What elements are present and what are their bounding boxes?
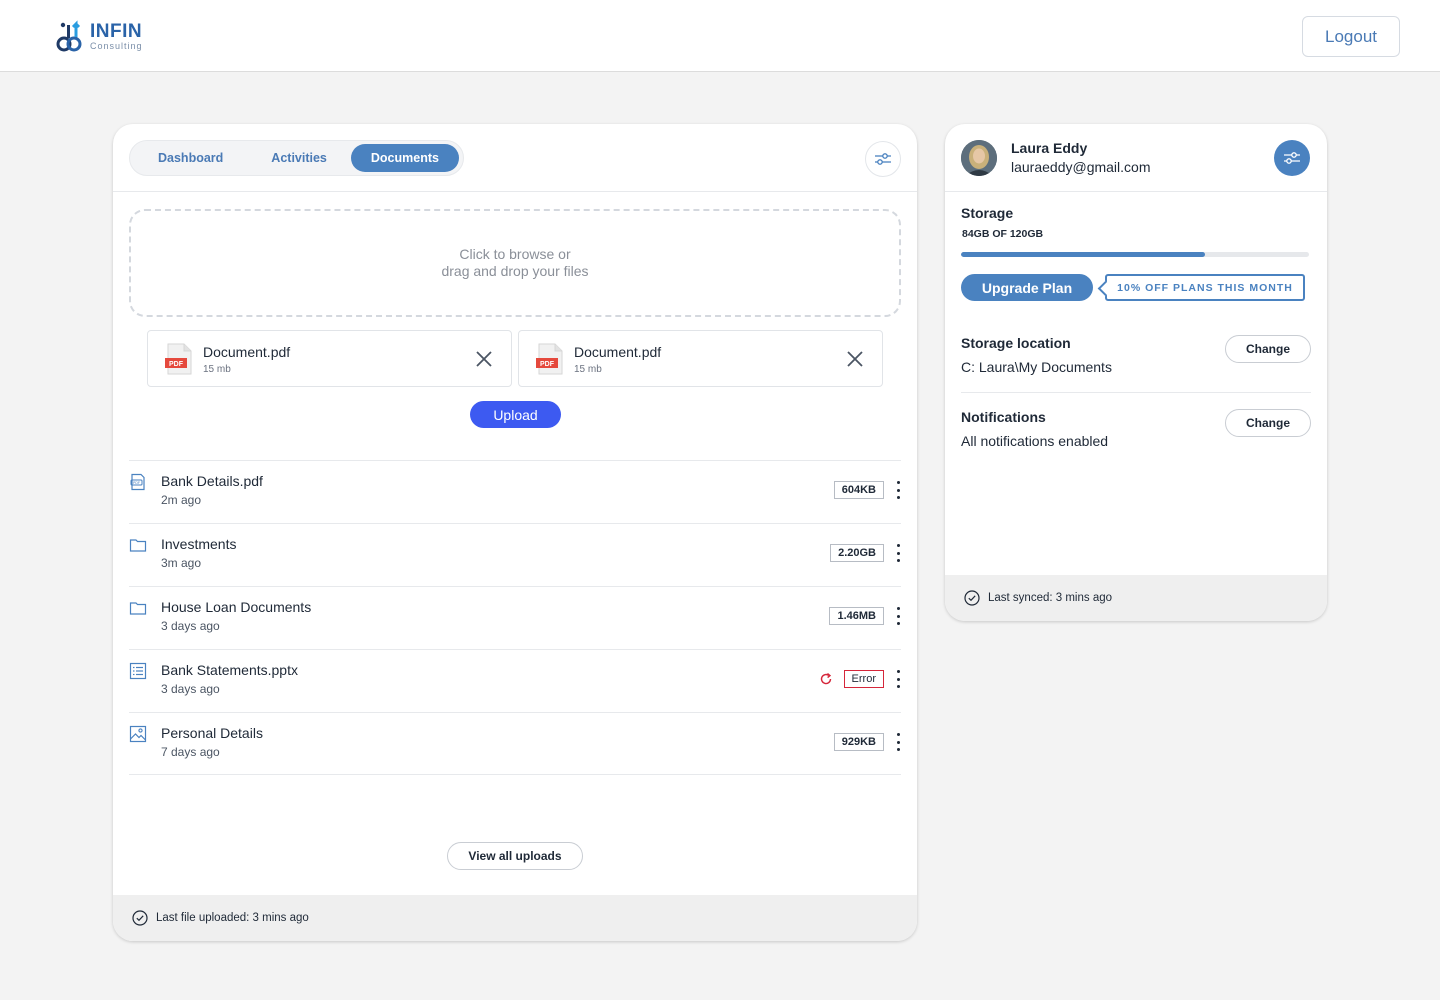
error-badge: Error: [843, 670, 884, 688]
close-icon[interactable]: [475, 350, 493, 368]
folder-icon: [129, 539, 147, 552]
list-item[interactable]: Investments 3m ago 2.20GB: [129, 523, 901, 586]
list-item[interactable]: PDF Bank Details.pdf 2m ago 604KB: [129, 460, 901, 523]
filter-button[interactable]: [865, 141, 901, 177]
list-file-icon: [129, 662, 147, 680]
change-storage-location-button[interactable]: Change: [1225, 335, 1311, 363]
pending-file-chip: PDF Document.pdf 15 mb: [147, 330, 512, 387]
upload-status-footer: Last file uploaded: 3 mins ago: [113, 895, 917, 941]
file-name: House Loan Documents: [161, 599, 312, 615]
user-name: Laura Eddy: [1011, 140, 1088, 156]
pending-file-chip: PDF Document.pdf 15 mb: [518, 330, 883, 387]
upload-button[interactable]: Upload: [470, 401, 561, 428]
storage-progress-fill: [961, 252, 1205, 257]
pending-file-size: 15 mb: [203, 364, 231, 375]
tab-dashboard[interactable]: Dashboard: [134, 144, 247, 172]
divider: [961, 392, 1311, 393]
more-options-icon[interactable]: [895, 733, 901, 751]
file-dropzone[interactable]: Click to browse or drag and drop your fi…: [129, 209, 901, 317]
uploaded-files-list: PDF Bank Details.pdf 2m ago 604KB Invest…: [129, 460, 901, 775]
pending-file-name: Document.pdf: [203, 344, 291, 360]
notifications-value: All notifications enabled: [961, 433, 1109, 449]
storage-location-value: C: Laura\My Documents: [961, 359, 1112, 375]
tab-activities[interactable]: Activities: [247, 144, 351, 172]
logo-mark-icon: [56, 20, 82, 52]
file-time: 2m ago: [161, 493, 202, 507]
list-item[interactable]: Bank Statements.pptx 3 days ago Error: [129, 649, 901, 712]
last-upload-text: Last file uploaded: 3 mins ago: [156, 912, 309, 924]
divider: [113, 191, 917, 192]
user-email: lauraeddy@gmail.com: [1011, 159, 1151, 175]
pending-file-name: Document.pdf: [574, 344, 662, 360]
documents-card: Dashboard Activities Documents Click to …: [113, 124, 917, 941]
logout-button[interactable]: Logout: [1302, 16, 1400, 57]
brand-logo[interactable]: INFIN Consulting: [56, 18, 143, 54]
image-file-icon: [129, 725, 147, 743]
more-options-icon[interactable]: [895, 481, 901, 499]
more-options-icon[interactable]: [895, 544, 901, 562]
storage-title: Storage: [961, 205, 1014, 221]
pending-file-size: 15 mb: [574, 364, 602, 375]
divider: [945, 191, 1327, 192]
close-icon[interactable]: [846, 350, 864, 368]
upgrade-plan-button[interactable]: Upgrade Plan: [961, 274, 1093, 301]
file-name: Bank Details.pdf: [161, 473, 263, 489]
check-circle-icon: [132, 910, 148, 926]
more-options-icon[interactable]: [895, 670, 901, 688]
file-size-badge: 604KB: [833, 481, 884, 499]
retry-icon[interactable]: [819, 672, 833, 686]
file-time: 3 days ago: [161, 619, 220, 633]
avatar[interactable]: [961, 140, 997, 176]
view-all-uploads-button[interactable]: View all uploads: [447, 842, 583, 870]
dropzone-text-line1: Click to browse or: [459, 246, 571, 262]
check-circle-icon: [964, 590, 980, 606]
pdf-file-icon: PDF: [130, 473, 145, 491]
pdf-file-icon: PDF: [536, 343, 563, 375]
file-size-badge: 1.46MB: [829, 607, 884, 625]
file-time: 3 days ago: [161, 682, 220, 696]
file-size-badge: 2.20GB: [830, 544, 884, 562]
storage-location-title: Storage location: [961, 335, 1071, 351]
last-synced-text: Last synced: 3 mins ago: [988, 592, 1113, 604]
top-bar: INFIN Consulting Logout: [0, 0, 1440, 72]
tab-bar: Dashboard Activities Documents: [129, 140, 464, 176]
brand-name: INFIN: [90, 20, 143, 42]
profile-settings-button[interactable]: [1274, 140, 1310, 176]
svg-text:PDF: PDF: [133, 481, 140, 485]
promo-tag: 10% OFF PLANS THIS MONTH: [1105, 274, 1305, 301]
file-size-badge: 929KB: [833, 733, 884, 751]
file-name: Investments: [161, 536, 237, 552]
file-name: Bank Statements.pptx: [161, 662, 298, 678]
change-notifications-button[interactable]: Change: [1225, 409, 1311, 437]
profile-storage-card: Laura Eddy lauraeddy@gmail.com Storage 8…: [945, 124, 1327, 621]
sliders-icon: [875, 153, 891, 165]
list-item[interactable]: Personal Details 7 days ago 929KB: [129, 712, 901, 775]
brand-tagline: Consulting: [90, 40, 143, 51]
user-photo-icon: [961, 140, 997, 176]
notifications-title: Notifications: [961, 409, 1046, 425]
pdf-badge-text: PDF: [169, 361, 184, 368]
file-time: 7 days ago: [161, 745, 220, 759]
storage-progress-bar: [961, 252, 1309, 257]
sliders-icon: [1284, 152, 1300, 164]
file-time: 3m ago: [161, 556, 202, 570]
file-name: Personal Details: [161, 725, 263, 741]
tab-documents[interactable]: Documents: [350, 144, 459, 172]
pdf-badge-text: PDF: [540, 361, 555, 368]
dropzone-text-line2: drag and drop your files: [441, 263, 589, 279]
sync-status-footer: Last synced: 3 mins ago: [945, 575, 1327, 621]
pdf-file-icon: PDF: [165, 343, 192, 375]
more-options-icon[interactable]: [895, 607, 901, 625]
list-item[interactable]: House Loan Documents 3 days ago 1.46MB: [129, 586, 901, 649]
folder-icon: [129, 602, 147, 615]
storage-amount: 84GB OF 120GB: [962, 228, 1044, 240]
